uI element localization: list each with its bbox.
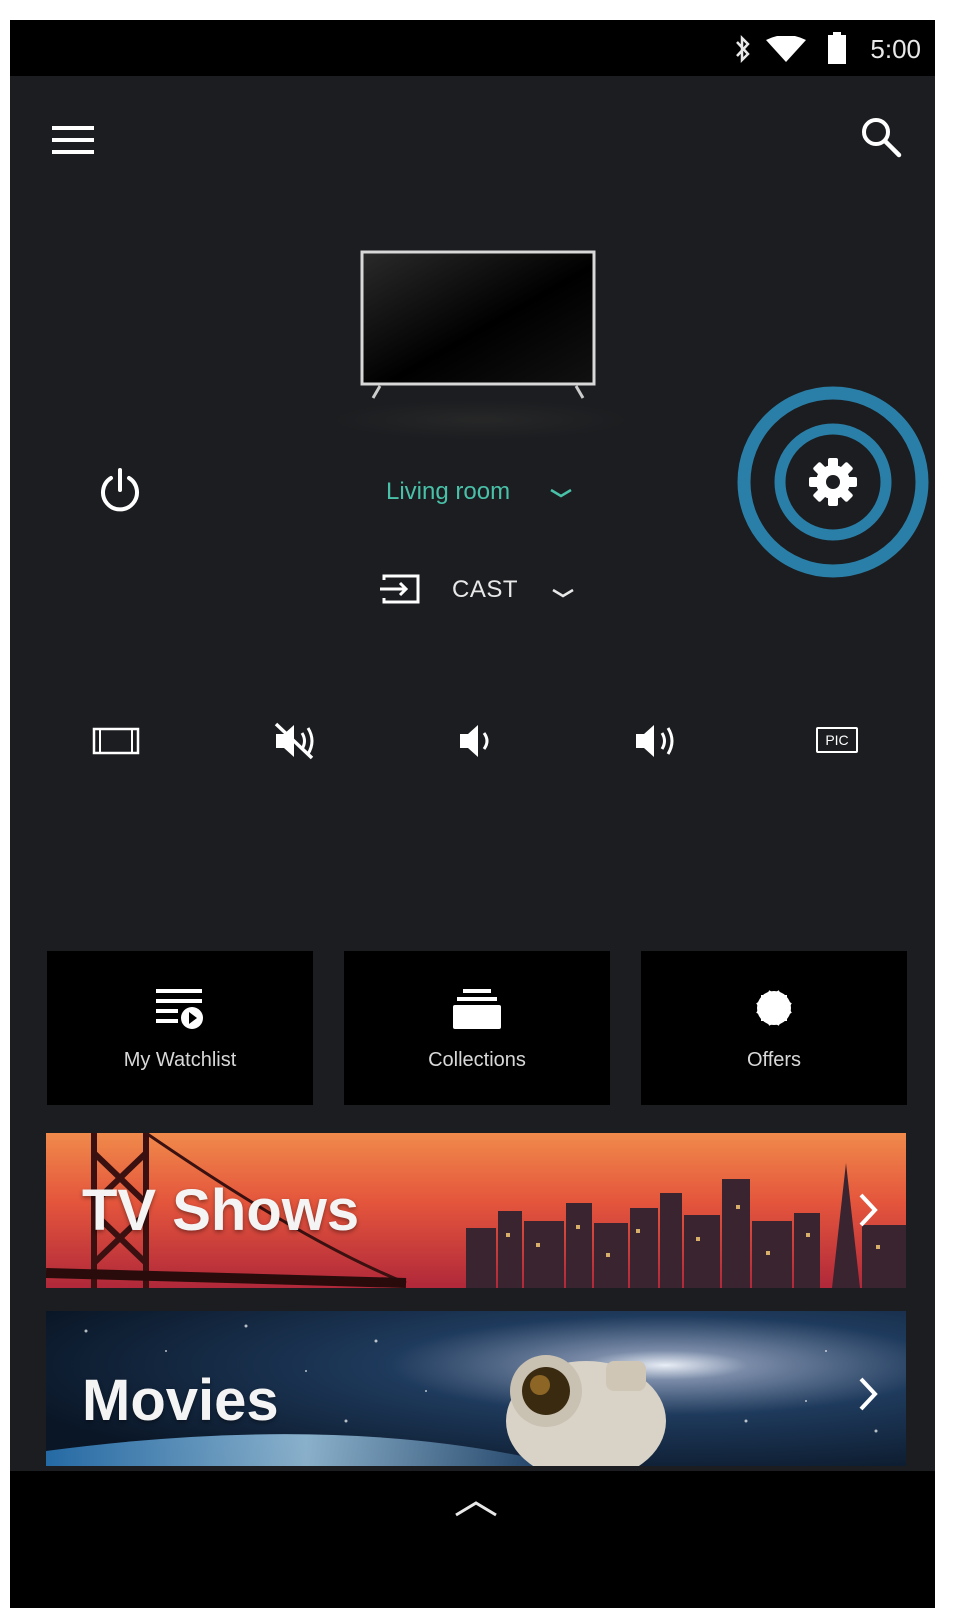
remote-screen: 5:00 Living room CAST PIC My Watchlist C… xyxy=(10,20,935,1608)
tile-label: My Watchlist xyxy=(123,1049,237,1071)
pic-mode-icon[interactable]: PIC xyxy=(816,727,858,753)
input-icon xyxy=(380,574,420,604)
bluetooth-icon xyxy=(736,34,750,64)
banner-movies[interactable]: Movies xyxy=(46,1311,906,1466)
chevron-down-icon xyxy=(552,588,574,598)
mute-icon[interactable] xyxy=(272,720,322,762)
room-name: Living room xyxy=(386,478,511,505)
battery-icon xyxy=(828,32,846,64)
tile-my-watchlist[interactable]: My Watchlist xyxy=(47,951,313,1105)
banner-title: TV Shows xyxy=(82,1178,360,1243)
menu-icon[interactable] xyxy=(52,124,96,156)
aspect-ratio-icon[interactable] xyxy=(92,725,140,757)
collections-icon xyxy=(453,989,501,1029)
tv-shadow xyxy=(330,400,630,440)
search-icon[interactable] xyxy=(860,116,902,158)
status-bar: 5:00 xyxy=(10,20,935,76)
chevron-down-icon xyxy=(550,488,572,498)
input-name: CAST xyxy=(452,576,519,603)
chevron-up-icon[interactable] xyxy=(452,1497,500,1521)
volume-down-icon[interactable] xyxy=(456,722,496,760)
offers-icon xyxy=(756,990,792,1026)
banner-title: Movies xyxy=(82,1368,279,1433)
watchlist-icon xyxy=(156,989,203,1029)
tile-collections[interactable]: Collections xyxy=(344,951,610,1105)
settings-highlight[interactable] xyxy=(736,385,930,579)
chevron-right-icon xyxy=(859,1193,878,1227)
tv-image xyxy=(360,250,596,399)
room-selector[interactable]: Living room xyxy=(386,470,586,514)
tile-label: Offers xyxy=(746,1049,802,1071)
tile-offers[interactable]: Offers xyxy=(641,951,907,1105)
power-icon[interactable] xyxy=(96,466,144,514)
status-time: 5:00 xyxy=(870,34,921,64)
bottom-drawer[interactable] xyxy=(10,1471,935,1608)
gear-icon xyxy=(809,458,857,506)
settings-button[interactable] xyxy=(736,385,930,579)
wifi-icon xyxy=(766,36,806,62)
input-selector[interactable]: CAST xyxy=(378,568,588,614)
banner-tv-shows[interactable]: TV Shows xyxy=(46,1133,906,1288)
pic-label: PIC xyxy=(825,732,849,748)
tile-label: Collections xyxy=(428,1049,526,1071)
chevron-right-icon xyxy=(859,1377,878,1411)
volume-up-icon[interactable] xyxy=(632,720,682,762)
